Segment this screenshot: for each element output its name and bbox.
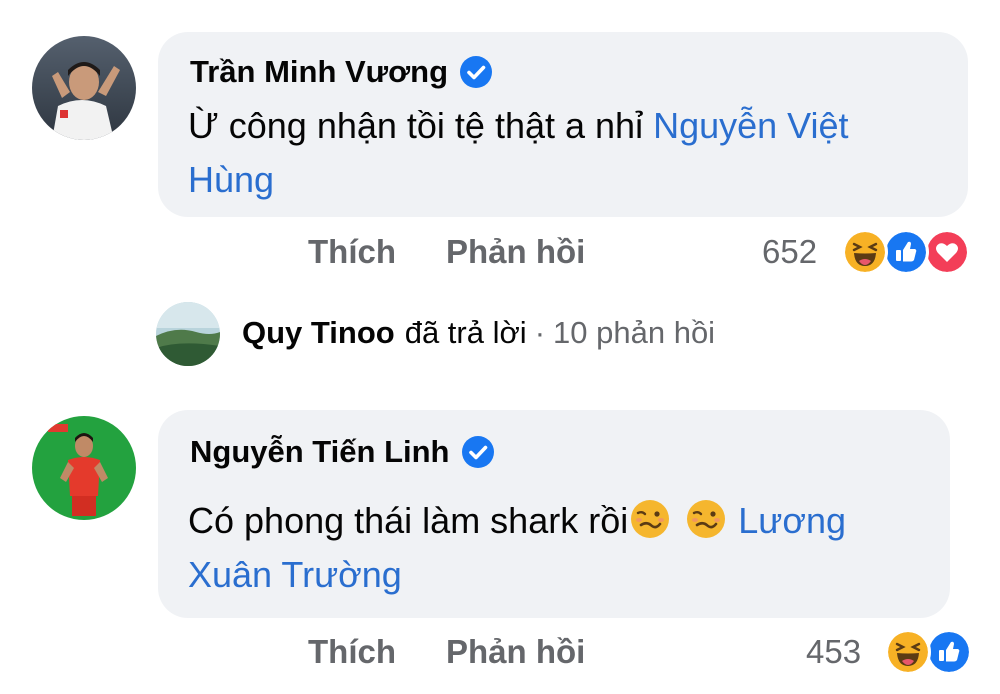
mention-link-cont[interactable]: Hùng [188, 159, 274, 200]
avatar-tran-minh-vuong[interactable] [32, 36, 136, 140]
avatar-nguyen-tien-linh[interactable] [32, 416, 136, 520]
verified-badge-icon [461, 436, 494, 468]
comment-author[interactable]: Nguyễn Tiến Linh [190, 434, 494, 470]
reply-verb: đã trả lời [404, 315, 527, 350]
like-icon[interactable] [883, 229, 929, 275]
comment-text: Ừ công nhận tồi tệ thật a nhỉ Nguyễn Việ… [188, 105, 849, 200]
woozy-face-icon [631, 500, 670, 538]
like-action[interactable]: Thích [308, 633, 396, 671]
comment-text: Có phong thái làm shark rồi Lương Xuân T… [188, 500, 847, 595]
verified-badge-icon [460, 56, 493, 88]
reply-author[interactable]: Quy Tinoo [242, 315, 395, 351]
comment-author[interactable]: Trần Minh Vương [190, 54, 493, 90]
reply-separator: · [534, 315, 546, 350]
reaction-count[interactable]: 453 [806, 633, 861, 671]
love-icon[interactable] [924, 229, 970, 275]
author-name[interactable]: Trần Minh Vương [190, 54, 448, 90]
avatar-quy-tinoo[interactable] [156, 302, 220, 366]
mention-link-cont[interactable]: Xuân Trường [188, 554, 402, 595]
mention-link[interactable]: Lương [738, 500, 846, 541]
mention-link[interactable]: Nguyễn Việt [653, 105, 848, 146]
woozy-face-icon [687, 500, 726, 538]
haha-icon[interactable] [842, 229, 888, 275]
like-icon[interactable] [926, 629, 972, 675]
view-replies-link[interactable]: Quy Tinoo đã trả lời · 10 phản hồi [242, 315, 715, 351]
reaction-count[interactable]: 652 [762, 233, 817, 271]
like-action[interactable]: Thích [308, 233, 396, 271]
reply-action[interactable]: Phản hồi [446, 233, 585, 271]
reply-count[interactable]: 10 phản hồi [553, 315, 715, 351]
author-name[interactable]: Nguyễn Tiến Linh [190, 434, 450, 470]
reply-action[interactable]: Phản hồi [446, 633, 585, 671]
haha-icon[interactable] [885, 629, 931, 675]
